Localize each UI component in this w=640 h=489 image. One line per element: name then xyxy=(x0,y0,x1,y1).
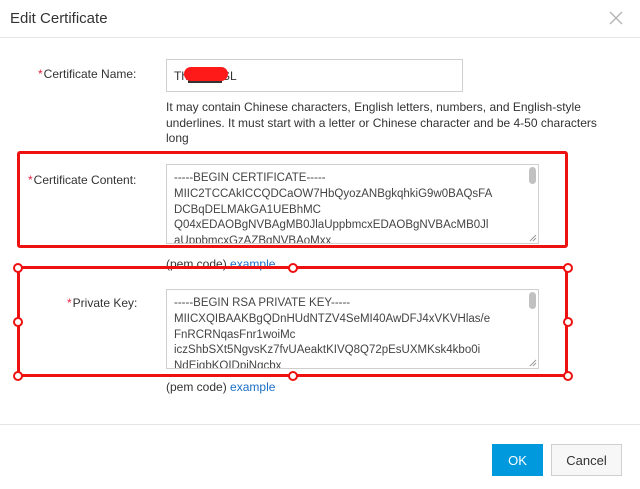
private-key-example-link[interactable]: example xyxy=(230,380,275,394)
annotation-handle[interactable] xyxy=(13,263,23,273)
ok-button[interactable]: OK xyxy=(492,444,543,476)
certificate-name-label-text: Certificate Name: xyxy=(43,67,137,81)
dialog-header: Edit Certificate xyxy=(0,0,640,38)
dialog-title: Edit Certificate xyxy=(10,10,108,27)
close-icon[interactable] xyxy=(606,8,626,28)
footer-divider xyxy=(0,424,640,425)
annotation-handle[interactable] xyxy=(13,317,23,327)
cancel-button[interactable]: Cancel xyxy=(551,444,622,476)
pem-code-text: (pem code) xyxy=(166,380,227,394)
certificate-name-help: It may contain Chinese characters, Engli… xyxy=(166,100,597,145)
annotation-handle[interactable] xyxy=(563,317,573,327)
annotation-handle[interactable] xyxy=(563,263,573,273)
annotation-handle[interactable] xyxy=(288,263,298,273)
annotation-highlight-certificate xyxy=(17,151,568,248)
annotation-highlight-private-key xyxy=(17,266,568,377)
certificate-name-label: *Certificate Name: xyxy=(38,67,136,81)
redaction-mark xyxy=(184,67,228,81)
annotation-handle[interactable] xyxy=(13,371,23,381)
required-mark: * xyxy=(38,67,43,81)
annotation-handle[interactable] xyxy=(563,371,573,381)
annotation-handle[interactable] xyxy=(288,371,298,381)
private-key-hint: (pem code) example xyxy=(166,380,275,394)
